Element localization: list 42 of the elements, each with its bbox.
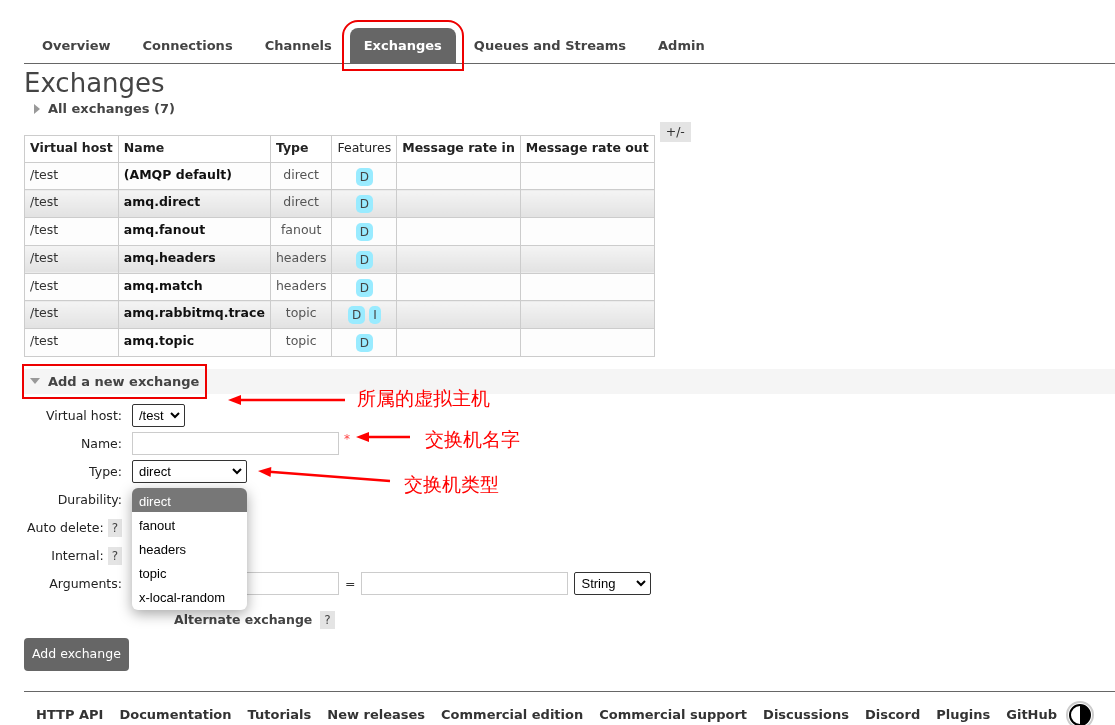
- table-cell: /test: [24, 162, 119, 190]
- table-cell: topic: [270, 328, 332, 357]
- table-cell: headers: [270, 273, 332, 301]
- table-cell: /test: [24, 300, 119, 329]
- column-header: Virtual host: [24, 135, 119, 163]
- field-label: Arguments:: [49, 574, 122, 593]
- annotation-text: 交换机类型: [404, 472, 499, 497]
- field-label: Type:: [89, 462, 122, 481]
- table-cell: /test: [24, 189, 119, 218]
- column-header: Name: [118, 135, 271, 163]
- field-label: Virtual host:: [46, 406, 122, 425]
- required-mark: *: [344, 430, 350, 448]
- table-cell: /test: [24, 245, 119, 274]
- feature-tag: I: [369, 306, 381, 325]
- table-cell: topic: [270, 300, 332, 329]
- feature-tag: D: [355, 223, 373, 242]
- table-cell: /test: [24, 217, 119, 246]
- feature-tag: D: [355, 334, 373, 353]
- table-cell: /test: [24, 328, 119, 357]
- table-cell: /test: [24, 273, 119, 301]
- feature-tag: D: [347, 306, 366, 325]
- table-cell: fanout: [270, 217, 332, 246]
- annotation-text: 交换机名字: [425, 427, 520, 452]
- feature-tag: D: [355, 195, 373, 214]
- field-label: Durability:: [57, 490, 122, 509]
- column-header: Message rate in: [396, 135, 521, 163]
- page-title: Exchanges: [24, 68, 166, 100]
- table-cell: direct: [270, 189, 332, 218]
- column-header: Features: [331, 135, 397, 163]
- annotation-text: 所属的虚拟主机: [357, 386, 490, 411]
- equals-sign: =: [345, 574, 356, 593]
- column-header: Message rate out: [520, 135, 655, 163]
- table-cell: direct: [270, 162, 332, 190]
- feature-tag: D: [355, 250, 373, 269]
- field-label: Name:: [80, 434, 122, 453]
- feature-tag: D: [355, 278, 373, 297]
- table-cell: headers: [270, 245, 332, 274]
- feature-tag: D: [355, 167, 373, 186]
- field-label: Internal:: [51, 546, 104, 565]
- field-label: Auto delete:: [27, 518, 104, 537]
- column-header: Type: [270, 135, 332, 163]
- field-label: Alternate exchange: [174, 610, 313, 629]
